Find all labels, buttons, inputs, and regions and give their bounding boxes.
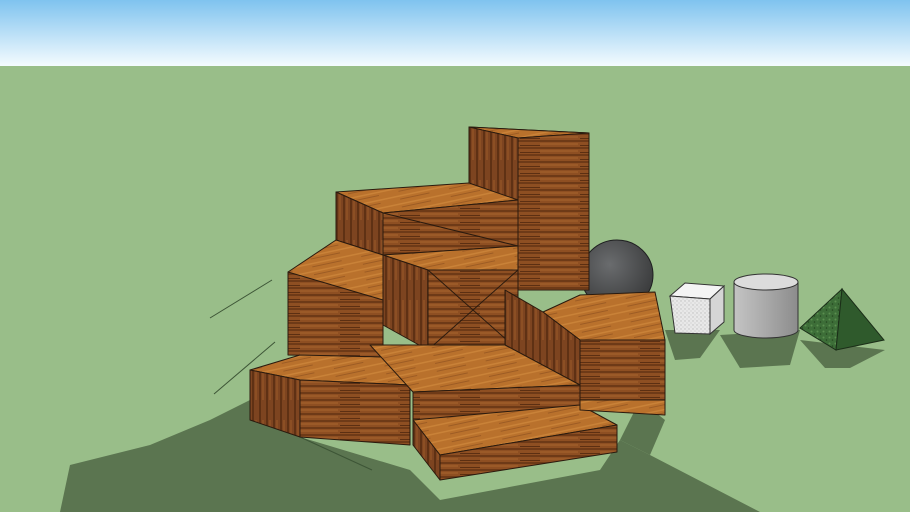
grey-cylinder[interactable] — [733, 273, 799, 339]
white-cube[interactable] — [668, 282, 726, 336]
viewport-3d-scene[interactable] — [0, 0, 910, 512]
sky — [0, 0, 910, 66]
scene-canvas[interactable] — [0, 0, 910, 512]
